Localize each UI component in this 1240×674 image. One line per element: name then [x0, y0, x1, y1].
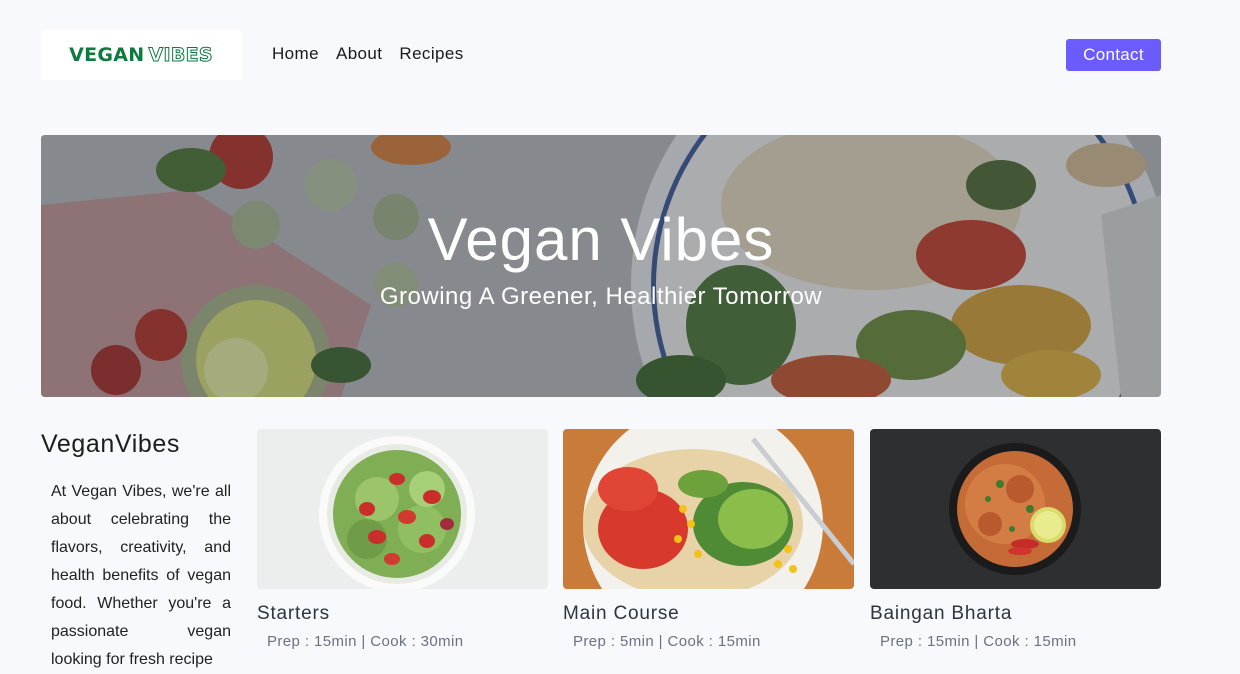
about-text: At Vegan Vibes, we're all about celebrat…: [51, 483, 231, 668]
site-header: VEGAN VIBES Home About Recipes Contact: [41, 30, 1161, 80]
nav-about-link[interactable]: About: [336, 44, 382, 64]
recipe-image-avocado-plate[interactable]: [563, 429, 854, 589]
nav-home-link[interactable]: Home: [272, 44, 319, 64]
recipe-title[interactable]: Baingan Bharta: [870, 603, 1161, 625]
recipe-meta: Prep : 15min | Cook : 30min: [267, 633, 464, 650]
logo-text-outline: VIBES: [148, 44, 213, 67]
hero-subtitle: Growing A Greener, Healthier Tomorrow: [379, 283, 823, 310]
recipe-card-starters[interactable]: Starters Prep : 15min | Cook : 30min: [257, 429, 548, 650]
hero-banner: Vegan Vibes Growing A Greener, Healthier…: [41, 135, 1161, 397]
brand-logo[interactable]: VEGAN VIBES: [41, 30, 241, 80]
contact-button[interactable]: Contact: [1066, 39, 1161, 71]
recipe-card-main-course[interactable]: Main Course Prep : 5min | Cook : 15min: [563, 429, 854, 650]
nav-recipes-link[interactable]: Recipes: [399, 44, 463, 64]
recipe-title[interactable]: Main Course: [563, 603, 854, 625]
recipe-image-salad[interactable]: [257, 429, 548, 589]
about-heading: VeganVibes: [41, 430, 180, 458]
recipe-meta: Prep : 5min | Cook : 15min: [573, 633, 761, 650]
recipe-card-baingan-bharta[interactable]: Baingan Bharta Prep : 15min | Cook : 15m…: [870, 429, 1161, 650]
recipe-meta: Prep : 15min | Cook : 15min: [880, 633, 1077, 650]
about-section: VeganVibes At Vegan Vibes, we're all abo…: [41, 430, 231, 674]
main-nav: Home About Recipes: [272, 44, 464, 64]
hero-title: Vegan Vibes: [427, 206, 775, 273]
logo-text-solid: VEGAN: [69, 44, 145, 66]
recipe-title[interactable]: Starters: [257, 603, 548, 625]
recipe-image-curry-bowl[interactable]: [870, 429, 1161, 589]
